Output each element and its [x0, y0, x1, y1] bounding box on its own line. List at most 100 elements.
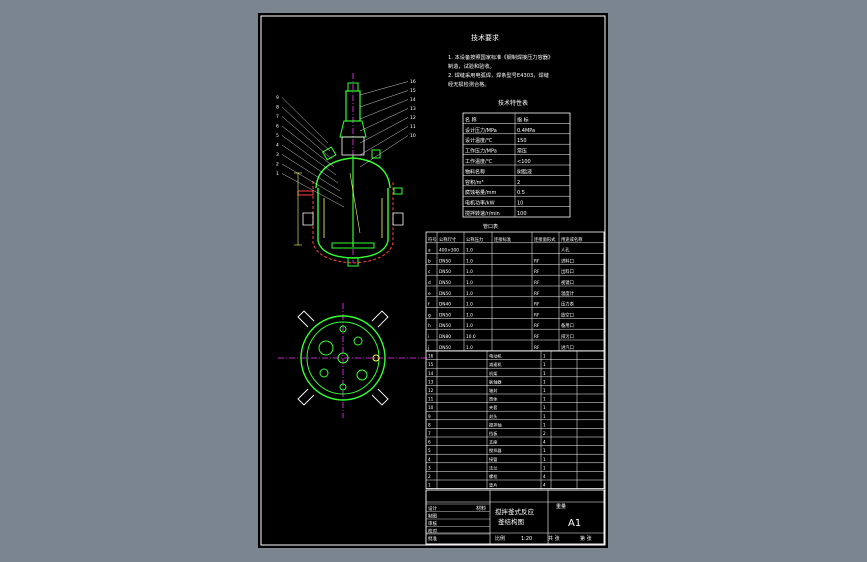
nozzle-table-cell: h — [428, 323, 431, 329]
tech-table-cell: 物料名称 — [465, 168, 485, 175]
parts-table-cell: 螺栓 — [489, 473, 498, 480]
nozzle-table-cell: b — [428, 258, 431, 264]
nozzle-table-cell: 1.0 — [466, 258, 473, 264]
parts-table-cell: 2 — [543, 431, 546, 436]
parts-table-cell: 联轴器 — [489, 378, 502, 385]
tech-table-cell: 设计温度/℃ — [465, 137, 493, 144]
tech-table-cell: 0.5 — [517, 190, 525, 196]
nozzle-table-cell: 10.0 — [466, 334, 476, 340]
tech-requirement-line: 2. 焊缝采用电弧焊，焊条型号E4303，焊缝 — [448, 71, 549, 79]
parts-table-cell: 接管 — [489, 456, 497, 463]
nozzle-table-cell: 连接面形式 — [534, 236, 556, 243]
parts-table-cell: 1 — [543, 379, 546, 384]
parts-table-cell: 支座 — [489, 439, 497, 446]
nozzle-table-cell: RF — [534, 323, 540, 329]
nozzle-table-cell: DN50 — [439, 323, 451, 329]
tech-table-cell: 工作压力/MPa — [465, 148, 497, 155]
nozzle-table-cell: DN50 — [439, 258, 451, 264]
reactor-elevation-view — [294, 73, 404, 267]
callout-number: 13 — [410, 106, 416, 112]
parts-table-cell: 夹套 — [489, 404, 498, 411]
parts-table-cell: 4 — [543, 440, 546, 445]
parts-table-cell: 10 — [428, 405, 434, 410]
tech-table-cell: 电机功率/kW — [465, 200, 495, 207]
parts-table-cell: 1 — [543, 465, 546, 470]
nozzle-table-cell: 400×300 — [439, 248, 459, 254]
drawing-title-line2: 釜结构图 — [498, 517, 524, 526]
parts-table-cell: 轴封 — [489, 387, 497, 394]
parts-table-cell: 4 — [428, 457, 431, 462]
callout-number: 10 — [410, 133, 416, 139]
outer-frame — [260, 15, 606, 546]
callout-number: 9 — [276, 95, 279, 101]
parts-table-cell: 3 — [428, 465, 431, 470]
parts-table-cell: 搅拌轴 — [489, 421, 502, 428]
callout-number: 6 — [276, 124, 279, 130]
parts-table-cell: 8 — [428, 422, 431, 427]
parts-table-cell: 筒体 — [489, 396, 498, 403]
callout-number: 14 — [410, 97, 416, 103]
parts-table-cell: 5 — [428, 448, 431, 453]
parts-table-cell: 15 — [428, 362, 434, 367]
parts-table-cell: 11 — [428, 397, 434, 402]
nozzle-table-cell: 1.0 — [466, 323, 473, 329]
nozzle-table: 符号 公称尺寸 公称压力 连接标准 连接面形式 用途或名称 a 400×300 1.0 人孔 b DN… — [425, 231, 605, 352]
nozzle-table-cell: DN40 — [439, 302, 451, 308]
nozzle-table-cell: 1.0 — [466, 302, 473, 308]
parts-table-cell: 1 — [543, 371, 546, 376]
parts-table-cell: 1 — [543, 397, 546, 402]
drawing-sheet: 987654321 16 15 14 13 12 11 10 技术要求 1. 本设备按照国家… — [258, 13, 608, 548]
callout-number: 12 — [410, 115, 416, 121]
nozzle-table-cell: 进料口 — [561, 257, 574, 264]
nozzle-table-cell: DN50 — [439, 312, 451, 318]
callout-number: 2 — [276, 162, 279, 168]
parts-table-cell: 7 — [428, 431, 431, 436]
parts-table-cell: 1 — [543, 414, 546, 419]
tech-table-cell: 树脂液 — [517, 168, 532, 175]
tech-table-cell: 100 — [517, 211, 527, 217]
nozzle-table-cell: RF — [534, 269, 540, 275]
callout-number: 3 — [276, 152, 279, 158]
nozzle-table-cell: i — [428, 334, 429, 340]
nozzle-table-cell: 1.0 — [466, 291, 473, 297]
callout-number: 1 — [276, 171, 279, 177]
nozzle-table-cell: RF — [534, 258, 540, 264]
reactor-plan-view — [278, 303, 428, 418]
parts-table-cell: 减速机 — [489, 361, 502, 368]
nozzle-table-cell: c — [428, 270, 431, 275]
nozzle-table-cell: DN50 — [439, 345, 451, 351]
label-weight: 重量 — [556, 503, 566, 510]
tech-table-cell: 名 称 — [465, 116, 477, 123]
tech-table-cell: 腐蚀裕量/mm — [465, 189, 497, 196]
nozzle-table-cell: RF — [534, 302, 540, 308]
nozzle-table-cell: DN50 — [439, 291, 451, 297]
nozzle-table-cell: e — [428, 292, 431, 297]
parts-table-cell: 9 — [428, 414, 431, 419]
nozzle-table-cell: 连接标准 — [494, 236, 512, 243]
title-block-label: 审核 — [428, 520, 437, 527]
callout-number: 16 — [410, 79, 416, 85]
parts-table-cell: 14 — [428, 371, 434, 376]
nozzle-table-cell: d — [428, 280, 431, 286]
callout-number: 15 — [410, 88, 416, 94]
parts-table-cell: 4 — [543, 483, 546, 488]
tech-table-cell: 150 — [517, 138, 527, 144]
nozzle-table-cell: a — [428, 249, 431, 254]
parts-table-cell: 电动机 — [489, 353, 502, 360]
callout-number: 4 — [276, 143, 279, 149]
nozzle-table-cell: 压力表 — [561, 301, 575, 308]
callout-number: 7 — [276, 114, 279, 120]
parts-table-cell: 12 — [428, 388, 434, 393]
drawing-scale: 1:20 — [521, 536, 532, 542]
parts-table-cell: 4 — [543, 474, 546, 479]
parts-table-cell: 16 — [428, 354, 434, 359]
callouts-right: 16 15 14 13 12 11 10 — [359, 79, 416, 168]
tech-table-cell: 搅拌转速/r/min — [465, 210, 500, 217]
nozzle-table-cell: 符号 — [428, 236, 437, 243]
tech-characteristics-table: 名 称 指 标设计压力/MPa 0.4MPa 设计温度/℃ 150 工作压力/MPa 常压工… — [462, 112, 571, 218]
tech-requirements-lines: 1. 本设备按照国家标准《钢制焊接压力容器》 制造，试验和验收。2. 焊缝采用电… — [448, 53, 553, 88]
tech-table-cell: <100 — [517, 159, 531, 165]
nozzle-table-cell: RF — [534, 312, 540, 318]
nozzle-table-cell: 排污口 — [561, 333, 574, 340]
parts-table-cell: 搅拌器 — [489, 447, 502, 454]
